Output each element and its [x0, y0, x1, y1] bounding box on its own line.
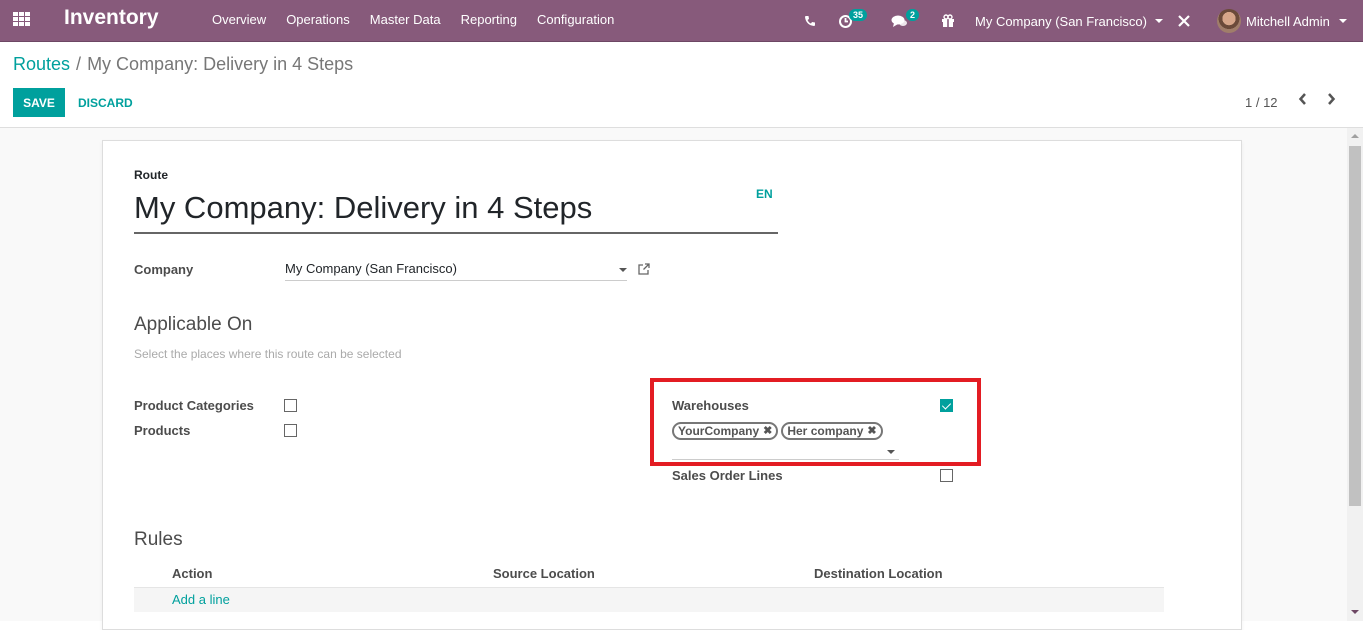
messages-icon[interactable]: 2 — [891, 0, 920, 42]
products-checkbox[interactable] — [284, 424, 297, 437]
chevron-down-icon — [1154, 19, 1163, 23]
main-menu: Overview Operations Master Data Reportin… — [212, 12, 614, 27]
breadcrumb: Routes / My Company: Delivery in 4 Steps — [13, 54, 353, 75]
remove-tag-icon[interactable]: ✖ — [763, 424, 772, 438]
tag-label: YourCompany — [678, 424, 760, 438]
column-header-action[interactable]: Action — [172, 566, 212, 581]
company-select[interactable]: My Company (San Francisco) — [285, 261, 627, 281]
discard-button[interactable]: DISCARD — [78, 88, 133, 117]
apps-menu-icon[interactable] — [13, 12, 31, 28]
products-label: Products — [134, 423, 191, 438]
chevron-down-icon[interactable] — [619, 268, 627, 272]
activity-icon[interactable]: 35 — [838, 0, 868, 42]
product-categories-checkbox[interactable] — [284, 399, 297, 412]
messages-count-badge: 2 — [906, 9, 920, 21]
chevron-right-icon[interactable] — [1326, 92, 1336, 111]
company-switcher-label: My Company (San Francisco) — [975, 13, 1147, 29]
debug-tools-icon[interactable] — [1177, 0, 1191, 42]
add-line-link[interactable]: Add a line — [172, 592, 230, 607]
scroll-up-arrow-icon[interactable] — [1351, 134, 1359, 138]
route-label: Route — [134, 168, 168, 182]
applicable-on-help: Select the places where this route can b… — [134, 347, 402, 361]
rules-title: Rules — [134, 529, 183, 550]
app-title[interactable]: Inventory — [64, 6, 159, 30]
user-menu[interactable]: Mitchell Admin — [1217, 0, 1347, 42]
sales-order-lines-checkbox[interactable] — [940, 469, 953, 482]
breadcrumb-separator: / — [76, 54, 82, 74]
applicable-on-title: Applicable On — [134, 314, 253, 335]
product-categories-label: Product Categories — [134, 398, 254, 413]
top-navbar: Inventory Overview Operations Master Dat… — [0, 0, 1363, 42]
avatar — [1217, 9, 1241, 33]
external-link-icon[interactable] — [637, 262, 651, 276]
tag-label: Her company — [787, 424, 864, 438]
scroll-thumb[interactable] — [1349, 146, 1361, 506]
vertical-scrollbar[interactable] — [1347, 128, 1363, 621]
warehouses-tags: YourCompany ✖ Her company ✖ — [672, 422, 883, 440]
gift-icon[interactable] — [941, 0, 955, 42]
menu-item-operations[interactable]: Operations — [286, 12, 350, 27]
column-header-source-location[interactable]: Source Location — [493, 566, 595, 581]
menu-item-overview[interactable]: Overview — [212, 12, 266, 27]
company-switcher[interactable]: My Company (San Francisco) — [975, 0, 1163, 42]
chevron-down-icon — [1338, 19, 1347, 23]
table-row — [134, 588, 1164, 612]
warehouses-checkbox[interactable] — [940, 399, 953, 412]
route-name-input[interactable]: My Company: Delivery in 4 Steps — [134, 190, 778, 234]
chevron-down-icon[interactable] — [887, 450, 895, 454]
tag-yourcompany: YourCompany ✖ — [672, 422, 779, 440]
menu-item-configuration[interactable]: Configuration — [537, 12, 614, 27]
phone-icon[interactable] — [804, 0, 816, 42]
company-label: Company — [134, 262, 194, 277]
remove-tag-icon[interactable]: ✖ — [867, 424, 876, 438]
menu-item-reporting[interactable]: Reporting — [461, 12, 517, 27]
language-button[interactable]: EN — [756, 187, 773, 201]
chevron-left-icon[interactable] — [1298, 92, 1308, 111]
save-button[interactable]: SAVE — [13, 88, 65, 117]
breadcrumb-current: My Company: Delivery in 4 Steps — [87, 54, 354, 74]
menu-item-master-data[interactable]: Master Data — [370, 12, 441, 27]
warehouses-label: Warehouses — [672, 398, 749, 413]
user-name: Mitchell Admin — [1246, 13, 1330, 29]
scroll-down-arrow-icon[interactable] — [1351, 610, 1359, 614]
sales-order-lines-label: Sales Order Lines — [672, 468, 783, 483]
column-header-destination-location[interactable]: Destination Location — [814, 566, 943, 581]
breadcrumb-routes[interactable]: Routes — [13, 54, 70, 74]
tag-her-company: Her company ✖ — [781, 422, 883, 440]
pager-value[interactable]: 1 / 12 — [1245, 95, 1278, 110]
activity-count-badge: 35 — [849, 9, 868, 21]
warehouses-input[interactable] — [672, 443, 899, 460]
